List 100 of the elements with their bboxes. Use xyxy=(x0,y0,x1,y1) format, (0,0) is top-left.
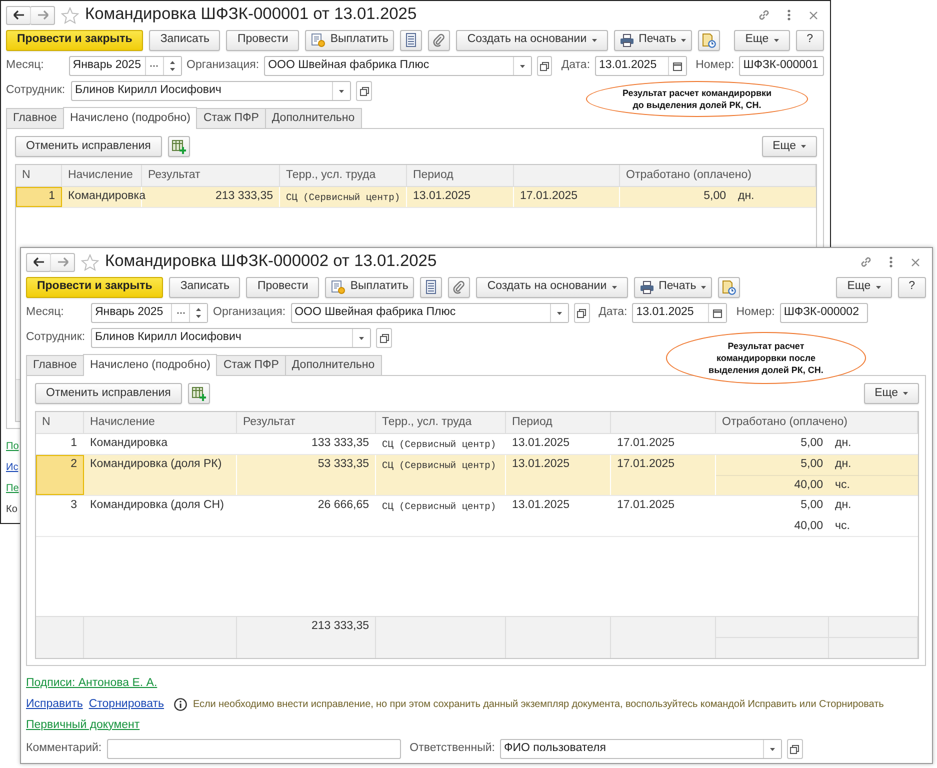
toolbar-button[interactable]: Провести xyxy=(246,276,320,298)
star-icon[interactable] xyxy=(61,6,79,24)
dropdown-button[interactable] xyxy=(512,57,531,75)
star-icon[interactable] xyxy=(81,254,99,270)
toolbar-button[interactable]: Записать xyxy=(169,276,240,298)
print-button[interactable]: Печать xyxy=(634,276,712,298)
open-button[interactable] xyxy=(786,739,803,759)
month-field[interactable]: Январь 2025 xyxy=(91,303,208,323)
organization-field[interactable]: ООО Швейная фабрика Плюс xyxy=(264,56,532,76)
table-row[interactable]: 3 Командировка (доля СН) 26 666,65 СЦ (Сервисный центр) 13.01.2025 17.01.2025 5,00 40,00 дн. чс. xyxy=(36,496,918,537)
create-based-on-button[interactable]: Создать на основании xyxy=(476,276,628,298)
signatures-link[interactable]: Подписи: Антонова Е. А. xyxy=(26,676,158,690)
attach-button[interactable] xyxy=(448,276,470,298)
cancel-corrections-button[interactable]: Отменить исправления xyxy=(35,383,182,404)
employee-field[interactable]: Блинов Кирилл Иосифович xyxy=(91,328,371,348)
tab[interactable]: Начислено (подробно) xyxy=(82,354,218,376)
comment-field[interactable] xyxy=(106,739,401,759)
toolbar-button[interactable]: Провести xyxy=(226,30,300,50)
tab[interactable]: Дополнительно xyxy=(284,355,382,375)
toolbar-button[interactable]: Записать xyxy=(149,30,220,50)
tab[interactable]: Начислено (подробно) xyxy=(62,107,198,129)
list-button[interactable] xyxy=(420,276,442,298)
link[interactable]: По xyxy=(6,440,19,452)
tab[interactable]: Стаж ПФР xyxy=(216,355,286,375)
add-row-button[interactable] xyxy=(168,136,190,157)
column-header[interactable]: Результат xyxy=(237,412,376,433)
attach-button[interactable] xyxy=(428,30,450,50)
organization-field[interactable]: ООО Швейная фабрика Плюс xyxy=(290,303,569,323)
calendar-button[interactable] xyxy=(708,304,726,322)
open-button[interactable] xyxy=(376,328,392,348)
column-header[interactable]: Период xyxy=(407,165,514,186)
column-header[interactable]: Отработано (оплачено) xyxy=(716,412,918,433)
field-label: Месяц: xyxy=(26,306,65,320)
dropdown-button[interactable] xyxy=(352,329,370,347)
link-icon[interactable] xyxy=(757,8,771,22)
calendar-button[interactable] xyxy=(668,57,686,75)
spin-button[interactable] xyxy=(162,57,181,75)
date-field[interactable]: 13.01.2025 xyxy=(595,56,687,76)
month-field[interactable]: Январь 2025 xyxy=(68,56,182,76)
toolbar-button[interactable]: ? xyxy=(898,276,926,298)
date-field[interactable]: 13.01.2025 xyxy=(632,303,728,323)
table-row[interactable]: 1 Командировка 213 333,35 СЦ (Сервисный центр) 13.01.2025 17.01.2025 5,00 дн. xyxy=(16,187,816,208)
report-button[interactable] xyxy=(718,276,740,298)
cancel-corrections-button[interactable]: Отменить исправления xyxy=(15,136,162,157)
responsible-field[interactable]: ФИО пользователя xyxy=(500,739,782,759)
info-icon xyxy=(174,698,188,711)
open-button[interactable] xyxy=(574,303,590,323)
dropdown-button[interactable] xyxy=(762,740,781,758)
action-link[interactable]: Исправить xyxy=(26,698,83,712)
back-button[interactable] xyxy=(6,6,31,24)
column-header[interactable]: Терр., усл. труда xyxy=(280,165,407,186)
link[interactable]: Пе xyxy=(6,482,19,494)
link[interactable]: Ис xyxy=(6,462,18,474)
print-button[interactable]: Печать xyxy=(614,30,692,50)
more-button[interactable]: Еще xyxy=(762,136,817,157)
dropdown-button[interactable] xyxy=(550,304,568,322)
more-button[interactable]: Еще xyxy=(734,30,790,50)
column-header[interactable]: Результат xyxy=(142,165,280,186)
field-label: Организация: xyxy=(186,59,260,73)
create-based-on-button[interactable]: Создать на основании xyxy=(456,30,608,50)
close-icon[interactable] xyxy=(911,258,920,266)
number-field[interactable]: ШФЗК-000002 xyxy=(780,303,868,323)
number-field[interactable]: ШФЗК-000001 xyxy=(739,56,824,76)
tab[interactable]: Главное xyxy=(26,355,84,375)
column-header[interactable]: Терр., усл. труда xyxy=(376,412,506,433)
pay-button[interactable]: Выплатить xyxy=(305,30,394,50)
back-button[interactable] xyxy=(26,252,51,272)
more-icon[interactable] xyxy=(889,256,893,268)
tab[interactable]: Дополнительно xyxy=(264,108,362,128)
column-header[interactable]: Начисление xyxy=(62,165,142,186)
close-icon[interactable] xyxy=(809,10,818,20)
open-button[interactable] xyxy=(356,81,372,101)
more-icon[interactable] xyxy=(787,9,791,21)
tab[interactable]: Стаж ПФР xyxy=(196,108,266,128)
post-and-close-button[interactable]: Провести и закрыть xyxy=(6,30,144,50)
link-icon[interactable] xyxy=(859,255,873,269)
toolbar-button[interactable]: ? xyxy=(796,30,824,50)
more-button[interactable]: Еще xyxy=(864,383,919,404)
tab[interactable]: Главное xyxy=(6,108,64,128)
column-header[interactable]: N xyxy=(16,165,62,186)
column-header[interactable]: Отработано (оплачено) xyxy=(620,165,816,186)
callout: Результат расчет командирорвки после выделения долей РК, СН. xyxy=(666,332,866,384)
open-button[interactable] xyxy=(536,56,552,76)
primary-document-link[interactable]: Первичный документ xyxy=(26,718,140,732)
paperclip-icon xyxy=(433,33,446,47)
more-button[interactable]: Еще xyxy=(836,276,892,298)
post-and-close-button[interactable]: Провести и закрыть xyxy=(26,276,164,298)
column-header[interactable]: Начисление xyxy=(84,412,237,433)
spin-button[interactable] xyxy=(189,304,207,322)
list-button[interactable] xyxy=(400,30,422,50)
dropdown-button[interactable] xyxy=(332,82,350,100)
pay-button[interactable]: Выплатить xyxy=(325,276,414,298)
report-button[interactable] xyxy=(698,30,720,50)
employee-field[interactable]: Блинов Кирилл Иосифович xyxy=(71,81,351,101)
action-link[interactable]: Сторнировать xyxy=(88,698,164,712)
table-row[interactable]: 2 Командировка (доля РК) 53 333,35 СЦ (Сервисный центр) 13.01.2025 17.01.2025 5,00 40,00 дн. чс. xyxy=(36,455,918,496)
add-row-button[interactable] xyxy=(188,383,210,404)
column-header[interactable]: Период xyxy=(506,412,611,433)
column-header[interactable]: N xyxy=(36,412,84,433)
caret-icon xyxy=(556,312,562,314)
